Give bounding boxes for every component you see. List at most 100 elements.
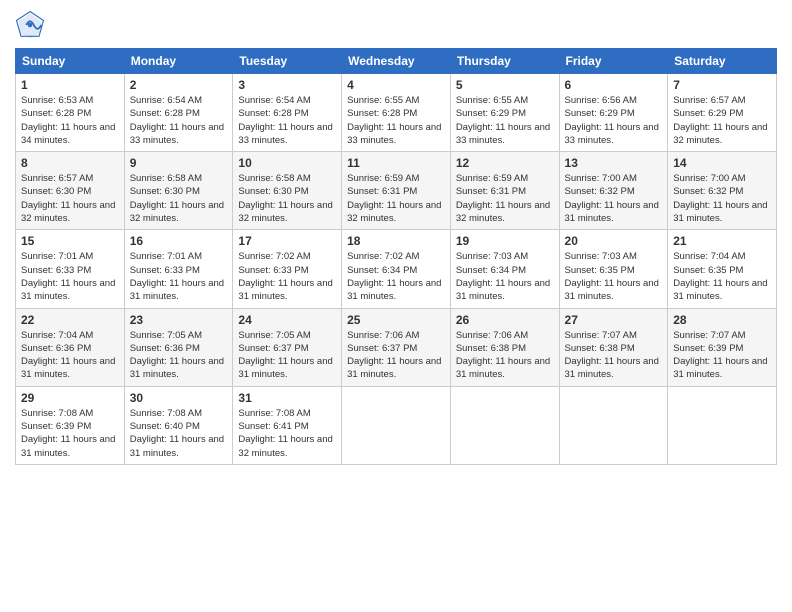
day-info: Sunrise: 6:58 AMSunset: 6:30 PMDaylight:… <box>238 172 336 225</box>
col-friday: Friday <box>559 49 668 74</box>
calendar-cell: 21 Sunrise: 7:04 AMSunset: 6:35 PMDayligh… <box>668 230 777 308</box>
day-info: Sunrise: 6:56 AMSunset: 6:29 PMDaylight:… <box>565 94 663 147</box>
day-info: Sunrise: 6:54 AMSunset: 6:28 PMDaylight:… <box>238 94 336 147</box>
day-info: Sunrise: 7:06 AMSunset: 6:38 PMDaylight:… <box>456 329 554 382</box>
calendar-cell: 5 Sunrise: 6:55 AMSunset: 6:29 PMDaylight… <box>450 74 559 152</box>
day-info: Sunrise: 7:08 AMSunset: 6:39 PMDaylight:… <box>21 407 119 460</box>
day-number: 10 <box>238 156 336 170</box>
calendar-header-row: Sunday Monday Tuesday Wednesday Thursday… <box>16 49 777 74</box>
day-number: 4 <box>347 78 445 92</box>
calendar-cell: 7 Sunrise: 6:57 AMSunset: 6:29 PMDaylight… <box>668 74 777 152</box>
day-info: Sunrise: 7:04 AMSunset: 6:36 PMDaylight:… <box>21 329 119 382</box>
page-container: Sunday Monday Tuesday Wednesday Thursday… <box>0 0 792 612</box>
logo <box>15 10 49 40</box>
calendar-cell: 23 Sunrise: 7:05 AMSunset: 6:36 PMDayligh… <box>124 308 233 386</box>
day-number: 2 <box>130 78 228 92</box>
day-number: 27 <box>565 313 663 327</box>
col-tuesday: Tuesday <box>233 49 342 74</box>
calendar-cell: 15Sunrise: 7:01 AMSunset: 6:33 PMDayligh… <box>16 230 125 308</box>
day-info: Sunrise: 7:00 AMSunset: 6:32 PMDaylight:… <box>565 172 663 225</box>
day-info: Sunrise: 7:08 AMSunset: 6:41 PMDaylight:… <box>238 407 336 460</box>
day-info: Sunrise: 7:05 AMSunset: 6:37 PMDaylight:… <box>238 329 336 382</box>
col-monday: Monday <box>124 49 233 74</box>
calendar-cell: 25 Sunrise: 7:06 AMSunset: 6:37 PMDayligh… <box>342 308 451 386</box>
day-number: 12 <box>456 156 554 170</box>
calendar-cell: 19 Sunrise: 7:03 AMSunset: 6:34 PMDayligh… <box>450 230 559 308</box>
day-number: 3 <box>238 78 336 92</box>
day-info: Sunrise: 6:59 AMSunset: 6:31 PMDaylight:… <box>456 172 554 225</box>
calendar-cell: 13Sunrise: 7:00 AMSunset: 6:32 PMDayligh… <box>559 152 668 230</box>
calendar-week-row: 8Sunrise: 6:57 AMSunset: 6:30 PMDaylight… <box>16 152 777 230</box>
calendar-cell: 6Sunrise: 6:56 AMSunset: 6:29 PMDaylight… <box>559 74 668 152</box>
day-info: Sunrise: 6:55 AMSunset: 6:29 PMDaylight:… <box>456 94 554 147</box>
day-number: 19 <box>456 234 554 248</box>
calendar-week-row: 29 Sunrise: 7:08 AMSunset: 6:39 PMDayligh… <box>16 386 777 464</box>
calendar-cell <box>342 386 451 464</box>
calendar-cell: 30 Sunrise: 7:08 AMSunset: 6:40 PMDayligh… <box>124 386 233 464</box>
calendar-cell: 8Sunrise: 6:57 AMSunset: 6:30 PMDaylight… <box>16 152 125 230</box>
calendar-cell: 27Sunrise: 7:07 AMSunset: 6:38 PMDayligh… <box>559 308 668 386</box>
day-info: Sunrise: 7:02 AMSunset: 6:34 PMDaylight:… <box>347 250 445 303</box>
calendar-cell: 4 Sunrise: 6:55 AMSunset: 6:28 PMDaylight… <box>342 74 451 152</box>
day-number: 11 <box>347 156 445 170</box>
calendar-cell <box>450 386 559 464</box>
day-number: 8 <box>21 156 119 170</box>
calendar-week-row: 22 Sunrise: 7:04 AMSunset: 6:36 PMDayligh… <box>16 308 777 386</box>
day-info: Sunrise: 7:06 AMSunset: 6:37 PMDaylight:… <box>347 329 445 382</box>
day-info: Sunrise: 6:58 AMSunset: 6:30 PMDaylight:… <box>130 172 228 225</box>
calendar-cell: 11 Sunrise: 6:59 AMSunset: 6:31 PMDayligh… <box>342 152 451 230</box>
calendar-cell: 16 Sunrise: 7:01 AMSunset: 6:33 PMDayligh… <box>124 230 233 308</box>
calendar-cell: 24 Sunrise: 7:05 AMSunset: 6:37 PMDayligh… <box>233 308 342 386</box>
calendar-cell: 1 Sunrise: 6:53 AMSunset: 6:28 PMDaylight… <box>16 74 125 152</box>
calendar-cell: 28Sunrise: 7:07 AMSunset: 6:39 PMDayligh… <box>668 308 777 386</box>
day-number: 1 <box>21 78 119 92</box>
day-info: Sunrise: 7:08 AMSunset: 6:40 PMDaylight:… <box>130 407 228 460</box>
day-info: Sunrise: 6:57 AMSunset: 6:29 PMDaylight:… <box>673 94 771 147</box>
day-number: 17 <box>238 234 336 248</box>
day-number: 7 <box>673 78 771 92</box>
calendar-week-row: 1 Sunrise: 6:53 AMSunset: 6:28 PMDaylight… <box>16 74 777 152</box>
calendar-week-row: 15 Sunrise: 7:01 AMSunset: 6:33 PMDayligh… <box>16 230 777 308</box>
day-info: Sunrise: 7:04 AMSunset: 6:35 PMDaylight:… <box>673 250 771 303</box>
day-number: 20 <box>565 234 663 248</box>
day-number: 14 <box>673 156 771 170</box>
day-number: 9 <box>130 156 228 170</box>
day-info: Sunrise: 7:03 AMSunset: 6:34 PMDaylight:… <box>456 250 554 303</box>
calendar-cell <box>668 386 777 464</box>
day-number: 21 <box>673 234 771 248</box>
calendar-cell: 18Sunrise: 7:02 AMSunset: 6:34 PMDayligh… <box>342 230 451 308</box>
day-info: Sunrise: 7:00 AMSunset: 6:32 PMDaylight:… <box>673 172 771 225</box>
calendar-cell: 26Sunrise: 7:06 AMSunset: 6:38 PMDayligh… <box>450 308 559 386</box>
day-info: Sunrise: 6:53 AMSunset: 6:28 PMDaylight:… <box>21 94 119 147</box>
calendar-cell: 14 Sunrise: 7:00 AMSunset: 6:32 PMDayligh… <box>668 152 777 230</box>
day-number: 25 <box>347 313 445 327</box>
day-info: Sunrise: 7:05 AMSunset: 6:36 PMDaylight:… <box>130 329 228 382</box>
day-number: 31 <box>238 391 336 405</box>
day-info: Sunrise: 6:59 AMSunset: 6:31 PMDaylight:… <box>347 172 445 225</box>
logo-icon <box>15 10 45 40</box>
calendar-cell: 31 Sunrise: 7:08 AMSunset: 6:41 PMDayligh… <box>233 386 342 464</box>
day-info: Sunrise: 6:55 AMSunset: 6:28 PMDaylight:… <box>347 94 445 147</box>
col-sunday: Sunday <box>16 49 125 74</box>
day-info: Sunrise: 7:03 AMSunset: 6:35 PMDaylight:… <box>565 250 663 303</box>
calendar-table: Sunday Monday Tuesday Wednesday Thursday… <box>15 48 777 465</box>
day-number: 24 <box>238 313 336 327</box>
calendar-cell: 22 Sunrise: 7:04 AMSunset: 6:36 PMDayligh… <box>16 308 125 386</box>
day-number: 16 <box>130 234 228 248</box>
day-info: Sunrise: 7:01 AMSunset: 6:33 PMDaylight:… <box>130 250 228 303</box>
calendar-cell: 3 Sunrise: 6:54 AMSunset: 6:28 PMDaylight… <box>233 74 342 152</box>
header <box>15 10 777 40</box>
day-number: 23 <box>130 313 228 327</box>
day-number: 15 <box>21 234 119 248</box>
day-number: 30 <box>130 391 228 405</box>
day-number: 29 <box>21 391 119 405</box>
calendar-cell: 10 Sunrise: 6:58 AMSunset: 6:30 PMDayligh… <box>233 152 342 230</box>
calendar-cell: 9 Sunrise: 6:58 AMSunset: 6:30 PMDaylight… <box>124 152 233 230</box>
col-wednesday: Wednesday <box>342 49 451 74</box>
day-info: Sunrise: 6:54 AMSunset: 6:28 PMDaylight:… <box>130 94 228 147</box>
calendar-cell: 29 Sunrise: 7:08 AMSunset: 6:39 PMDayligh… <box>16 386 125 464</box>
calendar-cell: 20 Sunrise: 7:03 AMSunset: 6:35 PMDayligh… <box>559 230 668 308</box>
day-number: 22 <box>21 313 119 327</box>
day-number: 5 <box>456 78 554 92</box>
calendar-cell: 2 Sunrise: 6:54 AMSunset: 6:28 PMDaylight… <box>124 74 233 152</box>
